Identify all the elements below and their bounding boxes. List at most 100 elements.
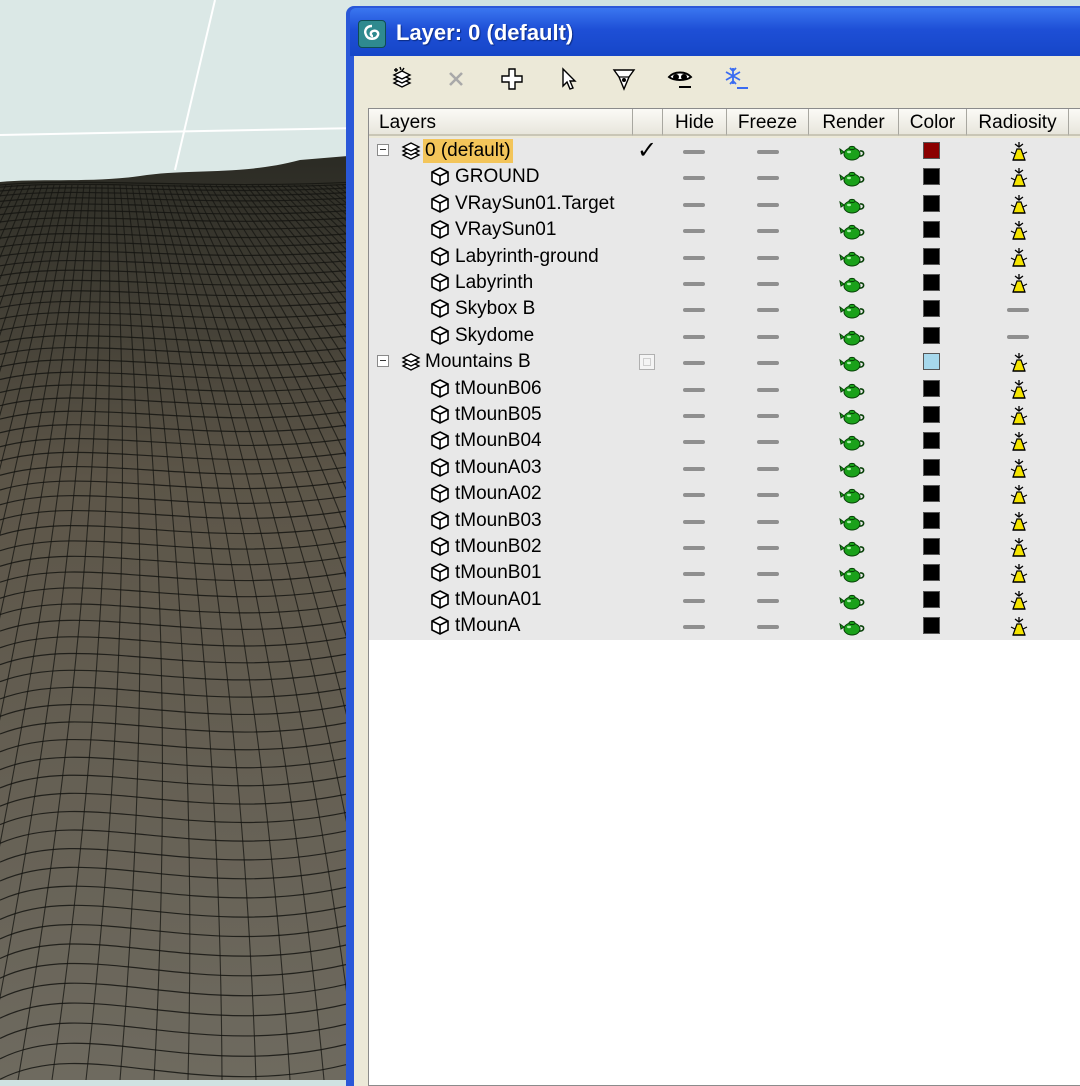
object-row[interactable]: tMounA01 bbox=[369, 586, 1080, 614]
layer-name-cell[interactable]: tMounB05 bbox=[429, 402, 544, 428]
column-current[interactable] bbox=[633, 109, 663, 136]
layer-color-swatch[interactable] bbox=[923, 564, 940, 582]
freeze-toggle[interactable] bbox=[757, 440, 779, 445]
layer-color-swatch[interactable] bbox=[923, 274, 940, 291]
radiosity-off-toggle[interactable] bbox=[1007, 308, 1029, 313]
layer-color-swatch[interactable] bbox=[923, 221, 940, 239]
column-radiosity[interactable]: Radiosity bbox=[967, 109, 1069, 136]
layer-color-swatch[interactable] bbox=[923, 458, 940, 476]
radiosity-lamp-icon[interactable] bbox=[1009, 272, 1029, 294]
hide-toggle[interactable] bbox=[683, 229, 705, 234]
object-row[interactable]: Skydome bbox=[369, 322, 1080, 350]
freeze-toggle[interactable] bbox=[757, 255, 779, 260]
hide-toggle[interactable] bbox=[683, 282, 705, 286]
object-row[interactable]: Skybox B bbox=[369, 296, 1080, 323]
object-row[interactable]: GROUND bbox=[369, 164, 1080, 191]
layer-list[interactable]: Layers Hide Freeze Render Color Radiosit… bbox=[368, 108, 1080, 1086]
column-freeze[interactable]: Freeze bbox=[727, 109, 809, 136]
object-row[interactable]: Labyrinth-ground bbox=[369, 243, 1080, 270]
layer-name-cell[interactable]: tMounA03 bbox=[429, 455, 544, 481]
create-layer-button[interactable] bbox=[384, 62, 420, 96]
render-teapot-icon[interactable] bbox=[839, 247, 867, 269]
layer-color-swatch[interactable] bbox=[923, 353, 940, 371]
freeze-toggle[interactable] bbox=[757, 334, 779, 339]
object-row[interactable]: tMounB06 bbox=[369, 375, 1080, 402]
layer-color-swatch[interactable] bbox=[923, 406, 940, 423]
radiosity-lamp-icon[interactable] bbox=[1009, 615, 1029, 637]
freeze-toggle[interactable] bbox=[757, 466, 779, 471]
highlight-layer-button[interactable] bbox=[606, 62, 642, 96]
layer-color-swatch[interactable] bbox=[923, 300, 940, 318]
layer-name-cell[interactable]: Labyrinth bbox=[429, 270, 535, 296]
freeze-toggle[interactable] bbox=[757, 308, 779, 313]
hide-toggle[interactable] bbox=[683, 361, 705, 366]
column-hide[interactable]: Hide bbox=[663, 109, 727, 136]
freeze-toggle[interactable] bbox=[757, 282, 779, 286]
freeze-toggle[interactable] bbox=[757, 493, 779, 498]
freeze-toggle[interactable] bbox=[757, 414, 779, 418]
hide-toggle[interactable] bbox=[683, 387, 705, 392]
render-teapot-icon[interactable] bbox=[839, 458, 867, 480]
radiosity-lamp-icon[interactable] bbox=[1009, 536, 1029, 558]
layer-color-swatch[interactable] bbox=[923, 617, 940, 635]
hide-toggle[interactable] bbox=[683, 440, 705, 445]
column-extra[interactable] bbox=[1069, 109, 1080, 136]
object-row[interactable]: tMounA03 bbox=[369, 454, 1080, 482]
current-layer-check-icon[interactable]: ✓ bbox=[637, 136, 657, 164]
layer-name-cell[interactable]: Skybox B bbox=[429, 296, 537, 322]
object-row[interactable]: tMounB04 bbox=[369, 428, 1080, 455]
render-teapot-icon[interactable] bbox=[839, 484, 867, 506]
layer-color-swatch[interactable] bbox=[923, 142, 940, 159]
freeze-toggle[interactable] bbox=[757, 150, 779, 154]
layer-name-cell[interactable]: tMounB02 bbox=[429, 534, 544, 560]
radiosity-lamp-icon[interactable] bbox=[1009, 483, 1029, 505]
radiosity-lamp-icon[interactable] bbox=[1009, 562, 1029, 584]
select-objects-button[interactable] bbox=[550, 62, 586, 96]
layer-name-cell[interactable]: tMounA bbox=[429, 613, 522, 639]
layer-row[interactable]: Mountains B bbox=[369, 349, 1080, 376]
freeze-toggle[interactable] bbox=[757, 229, 779, 234]
radiosity-lamp-icon[interactable] bbox=[1009, 219, 1029, 241]
layer-color-swatch[interactable] bbox=[923, 326, 940, 344]
freeze-toggle[interactable] bbox=[757, 176, 779, 181]
layer-name-cell[interactable]: tMounB04 bbox=[429, 428, 544, 454]
hide-toggle[interactable] bbox=[683, 308, 705, 313]
render-teapot-icon[interactable] bbox=[839, 273, 867, 295]
hide-toggle[interactable] bbox=[683, 334, 705, 339]
layer-name-cell[interactable]: Mountains B bbox=[399, 349, 533, 375]
collapse-toggle[interactable] bbox=[377, 144, 389, 156]
freeze-toggle[interactable] bbox=[757, 572, 779, 577]
hide-toggle[interactable] bbox=[683, 176, 705, 181]
hide-toggle[interactable] bbox=[683, 466, 705, 471]
hide-toggle[interactable] bbox=[683, 598, 705, 603]
layer-name-cell[interactable]: tMounA02 bbox=[429, 481, 544, 507]
object-row[interactable]: tMounA02 bbox=[369, 481, 1080, 508]
radiosity-lamp-icon[interactable] bbox=[1009, 378, 1029, 400]
render-teapot-icon[interactable] bbox=[839, 141, 867, 163]
layer-name-cell[interactable]: tMounB06 bbox=[429, 376, 544, 402]
radiosity-lamp-icon[interactable] bbox=[1009, 589, 1029, 611]
layer-name-cell[interactable]: tMounB03 bbox=[429, 508, 544, 534]
freeze-toggle[interactable] bbox=[757, 546, 779, 550]
radiosity-lamp-icon[interactable] bbox=[1009, 140, 1029, 162]
collapse-toggle[interactable] bbox=[377, 355, 389, 368]
render-teapot-icon[interactable] bbox=[839, 590, 867, 612]
title-bar[interactable]: Layer: 0 (default) bbox=[350, 8, 1080, 56]
set-current-box[interactable] bbox=[639, 354, 655, 371]
object-row[interactable]: tMounA bbox=[369, 613, 1080, 640]
radiosity-lamp-icon[interactable] bbox=[1009, 246, 1029, 268]
object-row[interactable]: tMounB05 bbox=[369, 402, 1080, 429]
freeze-toggle[interactable] bbox=[757, 361, 779, 366]
hide-toggle[interactable] bbox=[683, 572, 705, 577]
render-teapot-icon[interactable] bbox=[839, 537, 867, 559]
render-teapot-icon[interactable] bbox=[839, 511, 867, 533]
radiosity-lamp-icon[interactable] bbox=[1009, 404, 1029, 426]
add-to-layer-button[interactable] bbox=[494, 62, 530, 96]
layer-name-cell[interactable]: 0 (default) bbox=[399, 138, 513, 164]
column-render[interactable]: Render bbox=[809, 109, 899, 136]
column-layers[interactable]: Layers bbox=[369, 109, 633, 136]
hide-toggle[interactable] bbox=[683, 255, 705, 260]
render-teapot-icon[interactable] bbox=[839, 431, 867, 453]
layer-name-cell[interactable]: GROUND bbox=[429, 164, 541, 190]
render-teapot-icon[interactable] bbox=[839, 167, 867, 189]
